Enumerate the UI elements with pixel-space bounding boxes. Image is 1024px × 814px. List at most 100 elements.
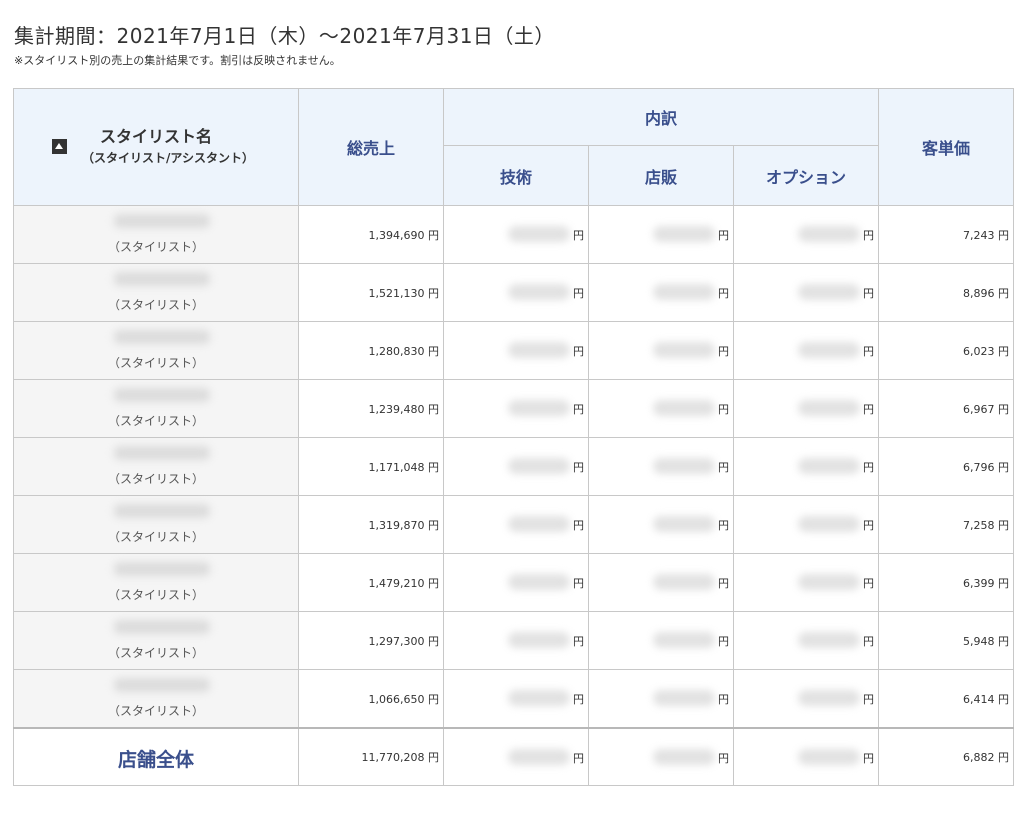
yen-unit: 円	[718, 635, 729, 648]
aggregation-period: 集計期間：2021年7月1日（木）〜2021年7月31日（土）	[14, 24, 555, 48]
total-sales-cell-value: 1,297,300 円	[368, 634, 439, 648]
redacted-stylist-name	[114, 330, 210, 344]
total-sales-cell-value: 1,280,830 円	[368, 344, 439, 358]
technique-sales-cell: 円	[443, 263, 589, 322]
redacted-value	[508, 690, 570, 706]
per-customer-cell-value: 6,967 円	[963, 402, 1009, 416]
technique-sales-cell: 円	[443, 321, 589, 380]
per-customer-cell: 6,414 円	[878, 669, 1014, 729]
per-customer-cell-value: 8,896 円	[963, 286, 1009, 300]
redacted-value	[798, 516, 860, 532]
store-technique-sales-cell: 円	[443, 727, 589, 786]
yen-unit: 円	[863, 752, 874, 765]
redacted-value	[508, 400, 570, 416]
yen-unit: 円	[718, 461, 729, 474]
technique-sales-cell: 円	[443, 437, 589, 496]
retail-sales-cell: 円	[588, 669, 734, 729]
stylist-name-cell: （スタイリスト）	[13, 379, 299, 438]
yen-unit: 円	[863, 577, 874, 590]
technique-sales-cell: 円	[443, 205, 589, 264]
yen-unit: 円	[863, 693, 874, 706]
store-per-customer-cell: 6,882 円	[878, 727, 1014, 786]
redacted-value	[508, 458, 570, 474]
redacted-value	[653, 342, 715, 358]
retail-sales-cell: 円	[588, 553, 734, 612]
table-row: （スタイリスト） 1,521,130 円 円 円 円 8,896 円	[13, 263, 1014, 322]
store-total-sales-cell: 11,770,208 円	[298, 727, 444, 786]
technique-sales-cell: 円	[443, 495, 589, 554]
technique-sales-cell: 円	[443, 611, 589, 670]
option-sales-cell: 円	[733, 263, 879, 322]
total-sales-cell-value: 1,521,130 円	[368, 286, 439, 300]
per-customer-cell-value: 6,414 円	[963, 692, 1009, 706]
redacted-stylist-name	[114, 446, 210, 460]
redacted-stylist-name	[114, 504, 210, 518]
redacted-value	[798, 749, 860, 765]
yen-unit: 円	[863, 519, 874, 532]
redacted-value	[653, 226, 715, 242]
store-total-row: 店舗全体 11,770,208 円 円 円 円 6,882 円	[13, 727, 1014, 786]
redacted-stylist-name	[114, 678, 210, 692]
stylist-name-cell: （スタイリスト）	[13, 669, 299, 729]
yen-unit: 円	[863, 229, 874, 242]
stylist-name-cell: （スタイリスト）	[13, 321, 299, 380]
store-option-sales-cell: 円	[733, 727, 879, 786]
redacted-value	[798, 400, 860, 416]
stylist-role: （スタイリスト）	[107, 356, 204, 370]
total-sales-cell-value: 1,171,048 円	[368, 460, 439, 474]
option-sales-cell: 円	[733, 611, 879, 670]
yen-unit: 円	[573, 577, 584, 590]
stylist-name-cell: （スタイリスト）	[13, 263, 299, 322]
total-sales-cell-value: 1,319,870 円	[368, 518, 439, 532]
retail-sales-cell: 円	[588, 495, 734, 554]
per-customer-cell: 6,399 円	[878, 553, 1014, 612]
option-sales-cell: 円	[733, 437, 879, 496]
yen-unit: 円	[863, 461, 874, 474]
table-row: （スタイリスト） 1,066,650 円 円 円 円 6,414 円	[13, 669, 1014, 729]
yen-unit: 円	[573, 693, 584, 706]
per-customer-cell: 8,896 円	[878, 263, 1014, 322]
redacted-value	[798, 284, 860, 300]
total-sales-cell: 1,479,210 円	[298, 553, 444, 612]
redacted-value	[508, 226, 570, 242]
table-row: （スタイリスト） 1,319,870 円 円 円 円 7,258 円	[13, 495, 1014, 554]
per-customer-cell-value: 7,243 円	[963, 228, 1009, 242]
yen-unit: 円	[573, 635, 584, 648]
retail-sales-cell: 円	[588, 379, 734, 438]
stylist-name-cell: （スタイリスト）	[13, 495, 299, 554]
store-total-label: 店舗全体	[117, 749, 194, 771]
yen-unit: 円	[718, 693, 729, 706]
redacted-value	[653, 284, 715, 300]
column-header-breakdown: 内訳	[443, 87, 879, 147]
yen-unit: 円	[573, 403, 584, 416]
stylist-role: （スタイリスト）	[107, 414, 204, 428]
stylist-role: （スタイリスト）	[107, 704, 204, 718]
redacted-value	[653, 516, 715, 532]
redacted-stylist-name	[114, 214, 210, 228]
stylist-role: （スタイリスト）	[107, 240, 204, 254]
per-customer-cell-value: 6,023 円	[963, 344, 1009, 358]
option-sales-cell: 円	[733, 321, 879, 380]
redacted-value	[798, 226, 860, 242]
option-sales-cell: 円	[733, 669, 879, 729]
yen-unit: 円	[718, 577, 729, 590]
yen-unit: 円	[573, 229, 584, 242]
table-row: （スタイリスト） 1,171,048 円 円 円 円 6,796 円	[13, 437, 1014, 496]
redacted-value	[798, 574, 860, 590]
redacted-value	[508, 749, 570, 765]
technique-sales-cell: 円	[443, 553, 589, 612]
stylist-name-cell: （スタイリスト）	[13, 205, 299, 264]
option-sales-cell: 円	[733, 379, 879, 438]
table-row: （スタイリスト） 1,297,300 円 円 円 円 5,948 円	[13, 611, 1014, 670]
yen-unit: 円	[718, 403, 729, 416]
column-header-stylist[interactable]: スタイリスト名 （スタイリスト/アシスタント）	[13, 88, 299, 206]
per-customer-cell-value: 6,796 円	[963, 460, 1009, 474]
total-sales-cell: 1,297,300 円	[298, 611, 444, 670]
yen-unit: 円	[718, 287, 729, 300]
redacted-value	[508, 342, 570, 358]
redacted-stylist-name	[114, 620, 210, 634]
per-customer-cell: 6,023 円	[878, 321, 1014, 380]
redacted-value	[653, 632, 715, 648]
total-sales-cell: 1,066,650 円	[298, 669, 444, 729]
total-sales-cell-value: 1,394,690 円	[368, 228, 439, 242]
